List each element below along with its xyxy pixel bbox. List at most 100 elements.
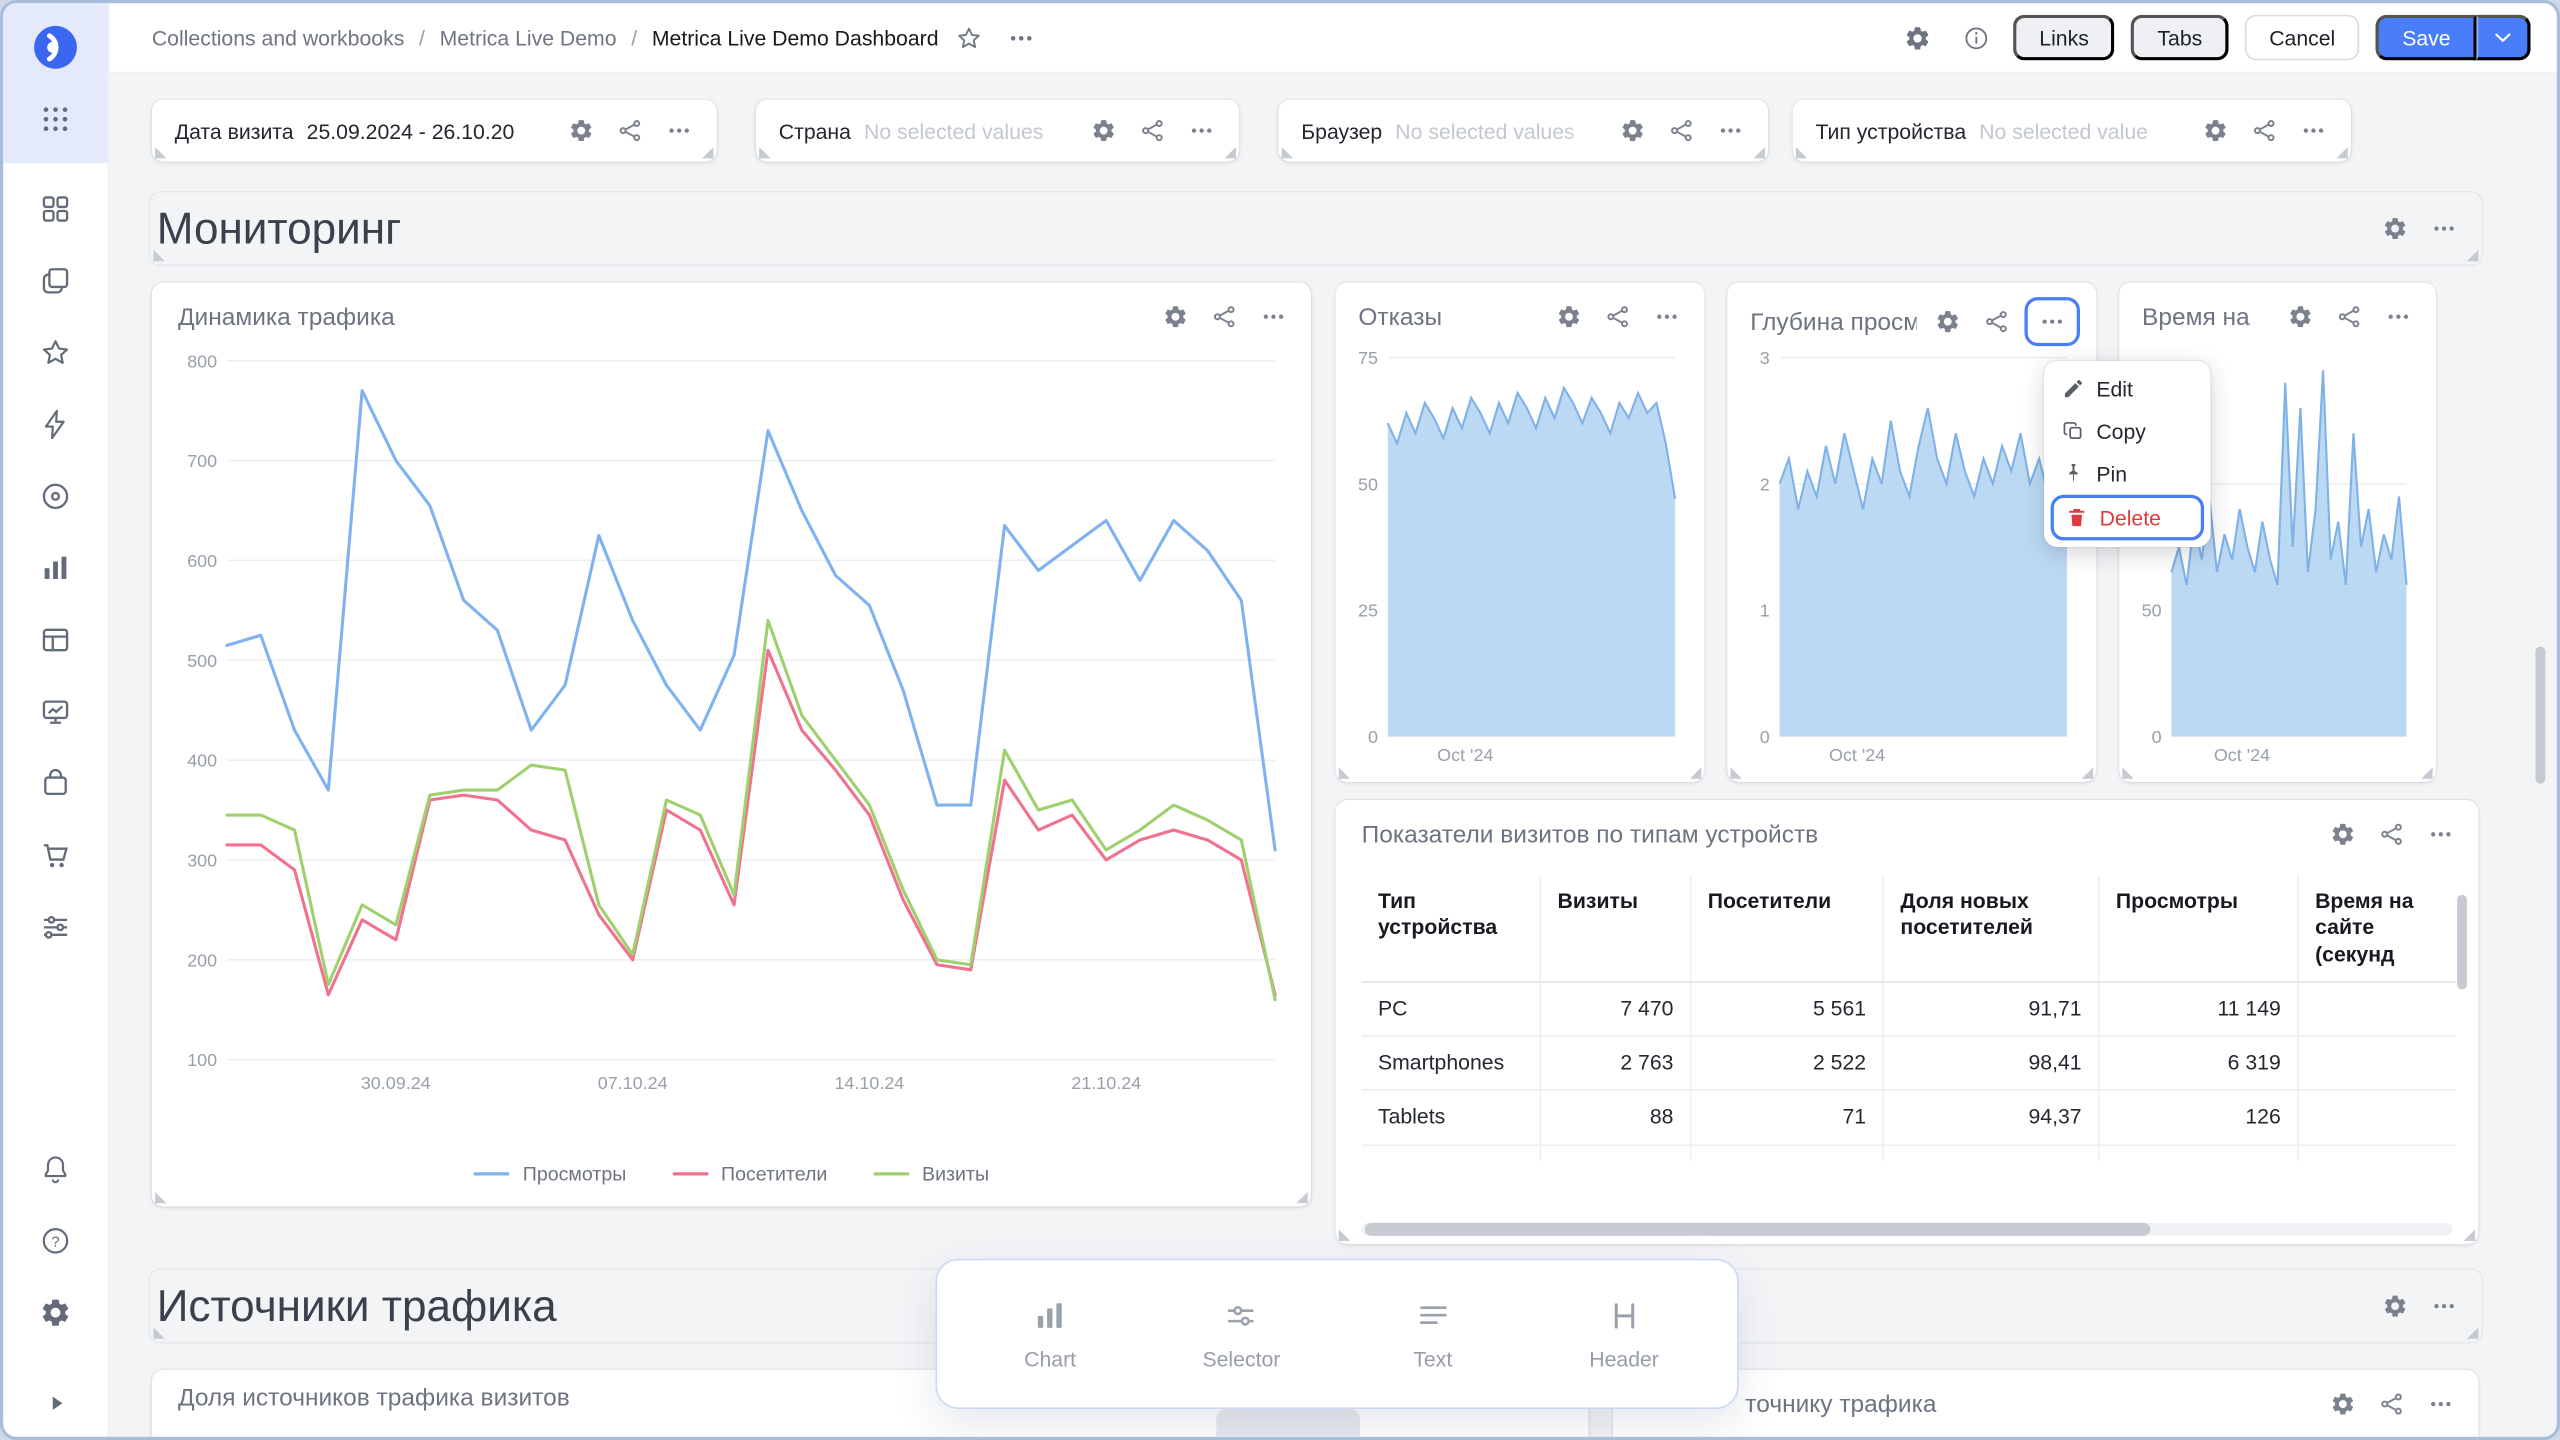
all-services-button[interactable] [33, 96, 79, 142]
bounces-chart-card: Отказы 0255075Oct '24 [1336, 282, 1705, 782]
widget-more-button[interactable] [2292, 111, 2334, 150]
collections-icon [39, 264, 72, 297]
legend-item-views[interactable]: Просмотры [474, 1162, 627, 1185]
cell-views: 6 319 [2100, 1037, 2299, 1091]
device-type-select[interactable]: No selected value [1979, 118, 2181, 142]
legend-item-visits[interactable]: Визиты [873, 1162, 989, 1185]
widget-links-button[interactable] [2328, 297, 2370, 336]
sidebar-item-tables[interactable] [33, 617, 79, 663]
sidebar-item-datasets[interactable] [33, 473, 79, 519]
widget-settings-button[interactable] [560, 111, 602, 150]
sidebar-item-settings[interactable] [33, 1290, 79, 1336]
svg-text:21.10.24: 21.10.24 [1071, 1073, 1141, 1093]
scrollbar-thumb[interactable] [1365, 1223, 2150, 1236]
widget-links-button[interactable] [609, 111, 651, 150]
sidebar-item-storage[interactable] [33, 761, 79, 807]
widget-settings-button[interactable] [2322, 1384, 2364, 1423]
datalens-logo[interactable] [31, 23, 80, 72]
column-header[interactable]: Время на сайте (секунд [2299, 875, 2456, 982]
dashboard-settings-button[interactable] [1896, 16, 1938, 58]
widget-more-button[interactable] [1180, 111, 1222, 150]
view-depth-chart-card: Глубина просм 0123Oct '24 [1727, 282, 2096, 782]
widget-links-button[interactable] [1203, 297, 1245, 336]
sidebar-item-favorites[interactable] [33, 330, 79, 376]
sidebar-item-marketplace[interactable] [33, 833, 79, 879]
widget-settings-button[interactable] [2374, 209, 2416, 248]
sidebar-item-help[interactable] [33, 1218, 79, 1264]
widget-settings-button[interactable] [1548, 297, 1590, 336]
page-vertical-scrollbar[interactable] [2536, 647, 2546, 784]
widget-more-button[interactable] [2420, 1384, 2462, 1423]
widget-more-button[interactable] [2420, 815, 2462, 854]
widget-more-button[interactable] [2024, 297, 2080, 346]
sidebar-collapse-button[interactable] [43, 1391, 67, 1424]
widget-links-button[interactable] [2243, 111, 2285, 150]
sidebar-item-charts[interactable] [33, 545, 79, 591]
widget-links-button[interactable] [2371, 815, 2413, 854]
widget-more-button[interactable] [2423, 1287, 2465, 1326]
column-header[interactable]: Визиты [1541, 875, 1691, 982]
widget-controls [1082, 111, 1222, 150]
breadcrumb-separator: / [631, 25, 637, 49]
widget-settings-button[interactable] [2374, 1287, 2416, 1326]
save-options-button[interactable] [2477, 15, 2531, 61]
cancel-button[interactable]: Cancel [2245, 15, 2360, 61]
add-text-button[interactable]: Text [1354, 1297, 1511, 1370]
column-header[interactable]: Тип устройства [1362, 875, 1542, 982]
widget-more-button[interactable] [658, 111, 700, 150]
save-split-button: Save [2376, 15, 2531, 61]
widget-settings-button[interactable] [1611, 111, 1653, 150]
widget-more-button[interactable] [1646, 297, 1688, 336]
chart-title: Глубина просм [1750, 308, 1917, 336]
widget-settings-button[interactable] [1154, 297, 1196, 336]
info-button[interactable] [1954, 16, 1996, 58]
links-button[interactable]: Links [2013, 15, 2115, 61]
widget-settings-button[interactable] [2194, 111, 2236, 150]
column-header[interactable]: Посетители [1691, 875, 1884, 982]
browser-select[interactable]: No selected values [1395, 118, 1598, 142]
breadcrumb-workbook[interactable]: Metrica Live Demo [440, 25, 617, 49]
widget-more-button[interactable] [2423, 209, 2465, 248]
add-selector-button[interactable]: Selector [1163, 1297, 1320, 1370]
widget-links-button[interactable] [1976, 302, 2018, 341]
favorite-star-button[interactable] [948, 16, 990, 58]
svg-text:0: 0 [1760, 727, 1770, 747]
chart-title-partial: точнику трафика [1745, 1391, 1936, 1419]
menu-item-copy[interactable]: Copy [2051, 410, 2204, 452]
widget-settings-button[interactable] [2322, 815, 2364, 854]
widget-links-button[interactable] [2371, 1384, 2413, 1423]
column-header[interactable]: Доля новых посетителей [1884, 875, 2100, 982]
legend-item-visitors[interactable]: Посетители [672, 1162, 827, 1185]
widget-more-button[interactable] [2377, 297, 2419, 336]
table-horizontal-scrollbar[interactable] [1362, 1223, 2453, 1236]
cell-new-share: 91,71 [1884, 982, 2100, 1036]
menu-item-edit[interactable]: Edit [2051, 367, 2204, 409]
save-button[interactable]: Save [2376, 15, 2477, 61]
country-select[interactable]: No selected values [864, 118, 1069, 142]
sidebar-item-quick-start[interactable] [33, 402, 79, 448]
widget-settings-button[interactable] [2279, 297, 2321, 336]
menu-item-delete[interactable]: Delete [2051, 495, 2204, 541]
widget-links-button[interactable] [1131, 111, 1173, 150]
widget-more-button[interactable] [1709, 111, 1751, 150]
table-vertical-scrollbar[interactable] [2457, 895, 2467, 990]
add-chart-button[interactable]: Chart [972, 1297, 1129, 1370]
widget-links-button[interactable] [1660, 111, 1702, 150]
sidebar-item-navigation[interactable] [33, 186, 79, 232]
add-header-button[interactable]: Header [1546, 1297, 1703, 1370]
breadcrumb-collections[interactable]: Collections and workbooks [152, 25, 404, 49]
widget-settings-button[interactable] [1927, 302, 1969, 341]
sidebar-item-dashboards[interactable] [33, 689, 79, 735]
breadcrumb-more-button[interactable] [1001, 16, 1043, 58]
sidebar-item-notifications[interactable] [33, 1146, 79, 1192]
menu-item-pin[interactable]: Pin [2051, 452, 2204, 494]
column-header[interactable]: Просмотры [2100, 875, 2299, 982]
widget-settings-button[interactable] [1082, 111, 1124, 150]
sidebar-item-collections[interactable] [33, 258, 79, 304]
cell-time [2299, 1037, 2456, 1091]
widget-links-button[interactable] [1597, 297, 1639, 336]
date-range-value[interactable]: 25.09.2024 - 26.10.20 [307, 118, 547, 142]
widget-more-button[interactable] [1252, 297, 1294, 336]
sidebar-item-services[interactable] [33, 904, 79, 950]
tabs-button[interactable]: Tabs [2131, 15, 2228, 61]
